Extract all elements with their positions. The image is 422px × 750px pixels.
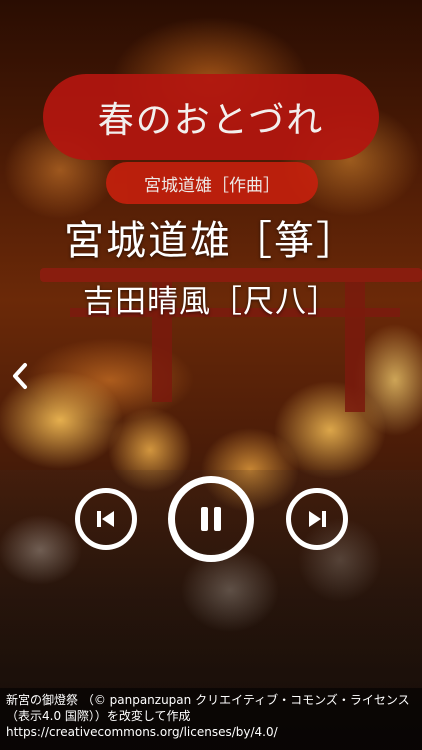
- skip-previous-icon: [97, 511, 114, 527]
- performer-koto: 宮城道雄［箏］: [64, 218, 358, 264]
- composer-label: 宮城道雄［作曲］: [144, 175, 280, 196]
- pause-icon: [201, 507, 221, 531]
- previous-track-button[interactable]: [75, 488, 137, 550]
- skip-next-icon: [309, 511, 326, 527]
- photo-credit: 新宮の御燈祭 （© panpanzupan クリエイティブ・コモンズ・ライセンス…: [0, 688, 422, 750]
- player-screen: 春のおとづれ 宮城道雄［作曲］ 宮城道雄［箏］ 吉田晴風［尺八］ 新宮の御燈祭 …: [0, 0, 422, 750]
- back-button[interactable]: [6, 360, 34, 392]
- track-title-pill: 春のおとづれ: [43, 74, 379, 160]
- pause-button[interactable]: [168, 476, 254, 562]
- composer-pill: 宮城道雄［作曲］: [106, 162, 318, 204]
- next-track-button[interactable]: [286, 488, 348, 550]
- performer-shakuhachi: 吉田晴風［尺八］: [83, 284, 339, 320]
- track-title: 春のおとづれ: [97, 100, 325, 141]
- chevron-left-icon: [13, 363, 27, 389]
